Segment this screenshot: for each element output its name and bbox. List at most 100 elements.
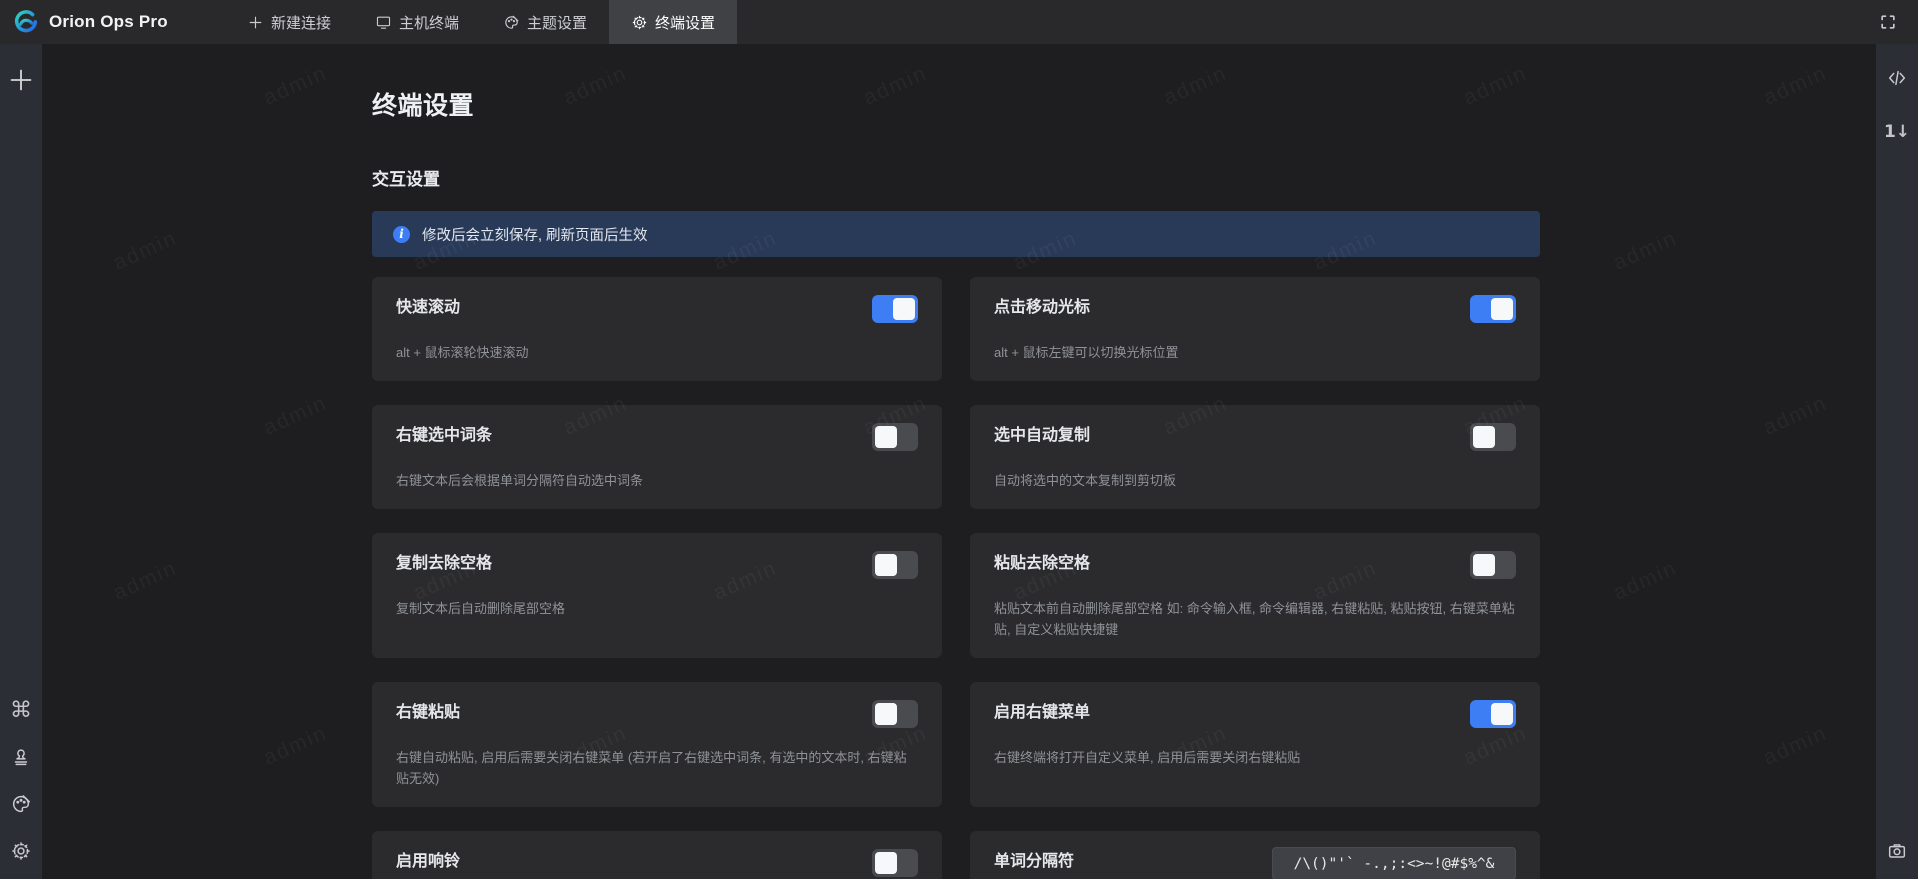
switch-knob: [1491, 298, 1513, 320]
setting-switch[interactable]: [1470, 551, 1516, 579]
setting-card: 右键粘贴 右键自动粘贴, 启用后需要关闭右键菜单 (若开启了右键选中词条, 有选…: [372, 682, 942, 807]
settings-grid: 快速滚动 alt + 鼠标滚轮快速滚动 点击移动光标 alt + 鼠标左键可以切…: [372, 277, 1540, 879]
nav-label: 终端设置: [655, 12, 715, 33]
setting-title: 启用右键菜单: [994, 701, 1090, 725]
setting-desc: 自动将选中的文本复制到剪切板: [994, 470, 1516, 491]
user-preference-button[interactable]: [7, 743, 35, 771]
setting-desc: alt + 鼠标滚轮快速滚动: [396, 342, 918, 363]
setting-switch[interactable]: [1470, 700, 1516, 728]
stamp-icon: [10, 746, 32, 768]
setting-desc: 右键文本后会根据单词分隔符自动选中词条: [396, 470, 918, 491]
nav-new-connection[interactable]: 新建连接: [225, 0, 353, 44]
notice-banner: i 修改后会立刻保存, 刷新页面后生效: [372, 211, 1540, 257]
switch-knob: [875, 426, 897, 448]
section-title-interaction: 交互设置: [372, 165, 1540, 190]
fullscreen-icon[interactable]: [1878, 12, 1898, 32]
sort-button[interactable]: 1↓: [1883, 118, 1911, 146]
setting-card: 粘贴去除空格 粘贴文本前自动删除尾部空格 如: 命令输入框, 命令编辑器, 右键…: [970, 533, 1540, 658]
setting-title: 点击移动光标: [994, 296, 1090, 320]
watermark-text: admin: [1610, 226, 1681, 275]
setting-card: 启用右键菜单 右键终端将打开自定义菜单, 启用后需要关闭右键粘贴: [970, 682, 1540, 807]
brand-name: Orion Ops Pro: [49, 12, 168, 32]
watermark-text: admin: [1760, 721, 1831, 770]
shortcut-keys-button[interactable]: ⌘: [7, 696, 35, 724]
word-separator-input[interactable]: [1272, 847, 1516, 879]
nav-label: 新建连接: [271, 12, 331, 33]
switch-knob: [1473, 426, 1495, 448]
command-icon: ⌘: [10, 698, 32, 723]
plus-icon: [9, 68, 33, 92]
setting-switch[interactable]: [872, 423, 918, 451]
watermark-text: admin: [1760, 61, 1831, 110]
watermark-text: admin: [110, 556, 181, 605]
nav-terminal-settings[interactable]: 终端设置: [609, 0, 737, 44]
setting-desc: alt + 鼠标左键可以切换光标位置: [994, 342, 1516, 363]
right-sidebar: 1↓: [1876, 44, 1918, 879]
setting-title: 右键选中词条: [396, 424, 492, 448]
setting-card: 复制去除空格 复制文本后自动删除尾部空格: [372, 533, 942, 658]
gear-icon: [631, 14, 648, 31]
setting-desc: 右键终端将打开自定义菜单, 启用后需要关闭右键粘贴: [994, 747, 1516, 768]
setting-desc: 右键自动粘贴, 启用后需要关闭右键菜单 (若开启了右键选中词条, 有选中的文本时…: [396, 747, 918, 789]
setting-card: 快速滚动 alt + 鼠标滚轮快速滚动: [372, 277, 942, 381]
watermark-text: admin: [1760, 391, 1831, 440]
setting-title: 复制去除空格: [396, 552, 492, 576]
monitor-icon: [375, 14, 392, 31]
setting-title: 快速滚动: [396, 296, 460, 320]
setting-card: 选中自动复制 自动将选中的文本复制到剪切板: [970, 405, 1540, 509]
setting-card: 右键选中词条 右键文本后会根据单词分隔符自动选中词条: [372, 405, 942, 509]
setting-switch[interactable]: [872, 295, 918, 323]
nav-host-terminal[interactable]: 主机终端: [353, 0, 481, 44]
watermark-text: admin: [1610, 556, 1681, 605]
switch-knob: [875, 554, 897, 576]
switch-knob: [875, 703, 897, 725]
setting-switch[interactable]: [872, 849, 918, 877]
gear-icon: [10, 840, 32, 862]
topbar-nav: 新建连接 主机终端 主题设置 终端设置: [225, 0, 737, 44]
nav-theme-settings[interactable]: 主题设置: [481, 0, 609, 44]
setting-title: 启用响铃: [396, 850, 460, 874]
setting-switch[interactable]: [1470, 295, 1516, 323]
setting-card: 单词分隔符 双击选中词条时的单词分隔符: [970, 831, 1540, 879]
switch-knob: [1473, 554, 1495, 576]
nav-label: 主机终端: [399, 12, 459, 33]
screenshot-button[interactable]: [1883, 837, 1911, 865]
info-icon: i: [393, 226, 410, 243]
setting-switch[interactable]: [872, 551, 918, 579]
code-icon: [1886, 67, 1908, 89]
add-tab-button[interactable]: [7, 66, 35, 94]
setting-switch[interactable]: [1470, 423, 1516, 451]
setting-switch[interactable]: [872, 700, 918, 728]
setting-title: 右键粘贴: [396, 701, 460, 725]
setting-title: 粘贴去除空格: [994, 552, 1090, 576]
setting-card: 启用响铃 系统接收到 \a 时发出响铃 (一般不用开启): [372, 831, 942, 879]
switch-knob: [893, 298, 915, 320]
notice-text: 修改后会立刻保存, 刷新页面后生效: [422, 224, 648, 245]
theme-button[interactable]: [7, 790, 35, 818]
topbar: Orion Ops Pro 新建连接 主机终端 主题设置: [0, 0, 1918, 44]
main-panel: admin admin admin admin admin admin admin admin…: [42, 44, 1876, 879]
palette-icon: [503, 14, 520, 31]
plus-icon: [247, 14, 264, 31]
setting-card: 点击移动光标 alt + 鼠标左键可以切换光标位置: [970, 277, 1540, 381]
code-view-button[interactable]: [1883, 64, 1911, 92]
watermark-text: admin: [260, 721, 331, 770]
switch-knob: [875, 852, 897, 874]
left-sidebar: ⌘: [0, 44, 42, 879]
app-logo: [12, 8, 40, 36]
palette-icon: [10, 793, 32, 815]
page-title: 终端设置: [372, 86, 1540, 122]
settings-button[interactable]: [7, 837, 35, 865]
watermark-text: admin: [260, 61, 331, 110]
setting-desc: 复制文本后自动删除尾部空格: [396, 598, 918, 619]
watermark-text: admin: [110, 226, 181, 275]
numeric-sort-icon: 1↓: [1884, 122, 1910, 142]
brand: Orion Ops Pro: [0, 8, 185, 36]
watermark-text: admin: [260, 391, 331, 440]
setting-desc: 粘贴文本前自动删除尾部空格 如: 命令输入框, 命令编辑器, 右键粘贴, 粘贴按…: [994, 598, 1516, 640]
nav-label: 主题设置: [527, 12, 587, 33]
camera-icon: [1886, 840, 1908, 862]
switch-knob: [1491, 703, 1513, 725]
setting-title: 单词分隔符: [994, 850, 1074, 874]
setting-title: 选中自动复制: [994, 424, 1090, 448]
